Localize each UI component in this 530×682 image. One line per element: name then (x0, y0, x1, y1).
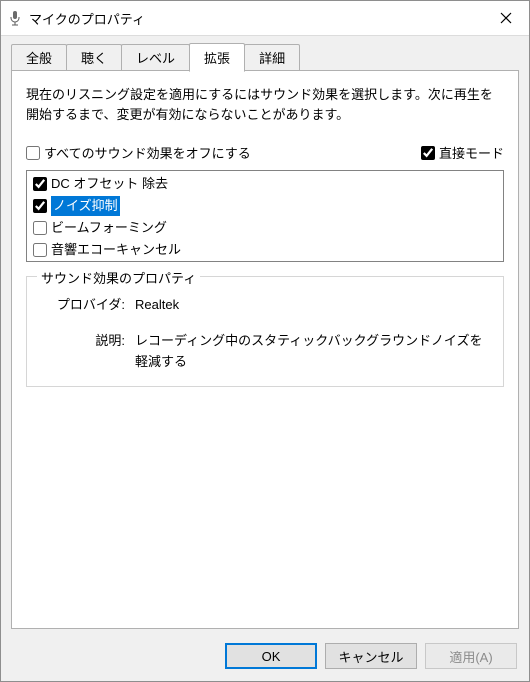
description-key: 説明: (41, 331, 135, 371)
effect-properties-group: サウンド効果のプロパティ プロバイダ: Realtek 説明: レコーディング中… (26, 276, 504, 386)
direct-mode-label: 直接モード (439, 143, 504, 162)
disable-all-effects-label: すべてのサウンド効果をオフにする (44, 143, 251, 162)
effect-label: ノイズ抑制 (51, 196, 120, 216)
apply-button[interactable]: 適用(A) (425, 643, 517, 669)
microphone-icon (7, 10, 23, 26)
provider-value: Realtek (135, 295, 489, 315)
tab-enhancements[interactable]: 拡張 (189, 43, 245, 72)
effects-list[interactable]: DC オフセット 除去 ノイズ抑制 ビームフォーミング 音響エコーキャンセル (26, 170, 504, 262)
effect-checkbox[interactable] (33, 243, 47, 257)
provider-key: プロバイダ: (41, 295, 135, 315)
cancel-button[interactable]: キャンセル (325, 643, 417, 669)
effect-checkbox[interactable] (33, 199, 47, 213)
effect-checkbox[interactable] (33, 221, 47, 235)
ok-button[interactable]: OK (225, 643, 317, 669)
tab-advanced[interactable]: 詳細 (244, 44, 300, 71)
effect-checkbox[interactable] (33, 177, 47, 191)
client-area: 全般 聴く レベル 拡張 詳細 現在のリスニング設定を適用にするにはサウンド効果… (1, 36, 529, 681)
disable-all-effects-checkbox[interactable]: すべてのサウンド効果をオフにする (26, 143, 251, 162)
tab-strip: 全般 聴く レベル 拡張 詳細 (1, 36, 529, 71)
effect-label: DC オフセット 除去 (51, 174, 168, 194)
dialog-window: マイクのプロパティ 全般 聴く レベル 拡張 詳細 現在のリスニング設定を適用に… (0, 0, 530, 682)
direct-mode-checkbox[interactable]: 直接モード (421, 143, 504, 162)
window-title: マイクのプロパティ (29, 9, 483, 28)
effect-item-dc-offset[interactable]: DC オフセット 除去 (29, 173, 501, 195)
effect-label: 音響エコーキャンセル (51, 240, 181, 260)
tab-page-enhancements: 現在のリスニング設定を適用にするにはサウンド効果を選択します。次に再生を開始する… (11, 71, 519, 629)
button-row: OK キャンセル 適用(A) (1, 635, 529, 681)
disable-all-effects-input[interactable] (26, 146, 40, 160)
tab-levels[interactable]: レベル (121, 44, 190, 71)
direct-mode-input[interactable] (421, 146, 435, 160)
tab-listen[interactable]: 聴く (66, 44, 122, 71)
tab-general[interactable]: 全般 (11, 44, 67, 71)
effect-label: ビームフォーミング (51, 218, 167, 238)
intro-text: 現在のリスニング設定を適用にするにはサウンド効果を選択します。次に再生を開始する… (26, 85, 504, 125)
description-value: レコーディング中のスタティックバックグラウンドノイズを軽減する (135, 331, 489, 371)
group-legend: サウンド効果のプロパティ (37, 268, 200, 287)
effect-item-acoustic-echo-cancel[interactable]: 音響エコーキャンセル (29, 239, 501, 261)
effect-item-beamforming[interactable]: ビームフォーミング (29, 217, 501, 239)
title-bar: マイクのプロパティ (1, 1, 529, 36)
close-button[interactable] (483, 1, 529, 35)
effect-item-noise-suppression[interactable]: ノイズ抑制 (29, 195, 501, 217)
